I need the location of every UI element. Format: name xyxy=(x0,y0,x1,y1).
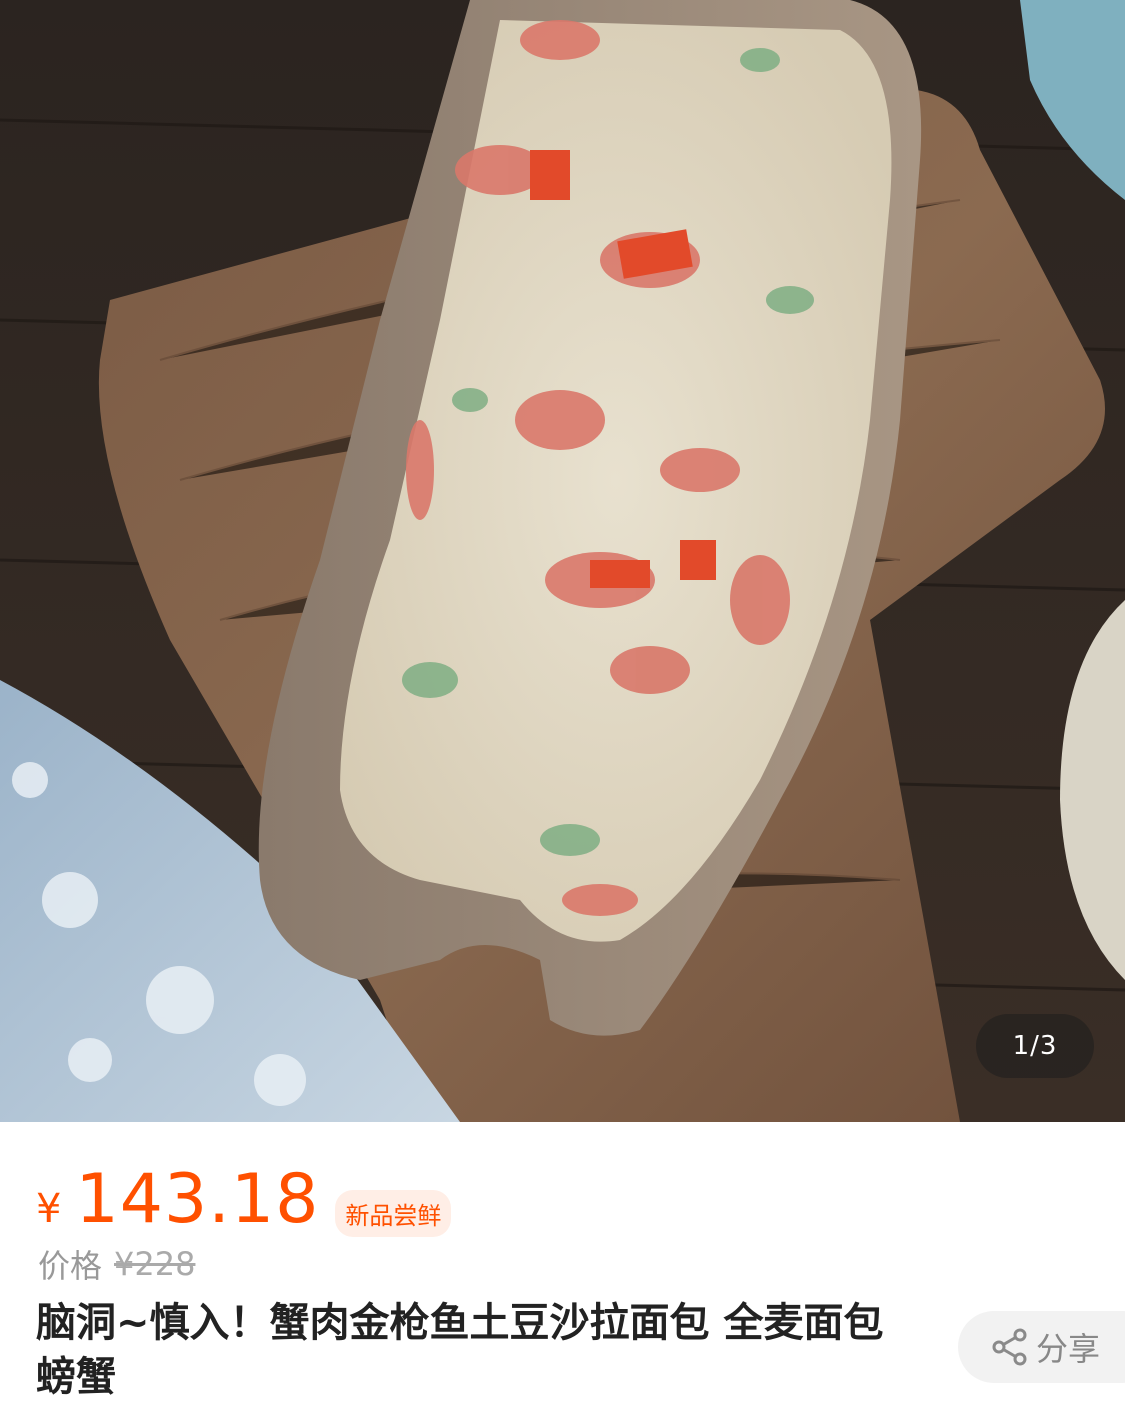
price-row: ¥ 143.18 新品尝鲜 xyxy=(36,1160,452,1250)
share-icon xyxy=(992,1328,1027,1366)
current-price: 143.18 xyxy=(75,1160,320,1239)
original-price: ¥228 xyxy=(114,1245,196,1283)
product-title: 脑洞~慎入！蟹肉金枪鱼土豆沙拉面包 全麦面包 螃蟹 xyxy=(36,1300,884,1400)
original-price-label: 价格 xyxy=(38,1247,103,1285)
promo-tag: 新品尝鲜 xyxy=(335,1189,452,1237)
original-price-row: 价格 ¥228 xyxy=(38,1244,196,1285)
share-button[interactable]: 分享 xyxy=(958,1311,1125,1383)
currency-symbol: ¥ xyxy=(36,1186,62,1232)
image-counter: 1/3 xyxy=(976,1014,1094,1078)
product-photo xyxy=(0,0,1125,1122)
share-label: 分享 xyxy=(1036,1330,1101,1368)
product-image-gallery[interactable]: 1/3 xyxy=(0,0,1125,1122)
